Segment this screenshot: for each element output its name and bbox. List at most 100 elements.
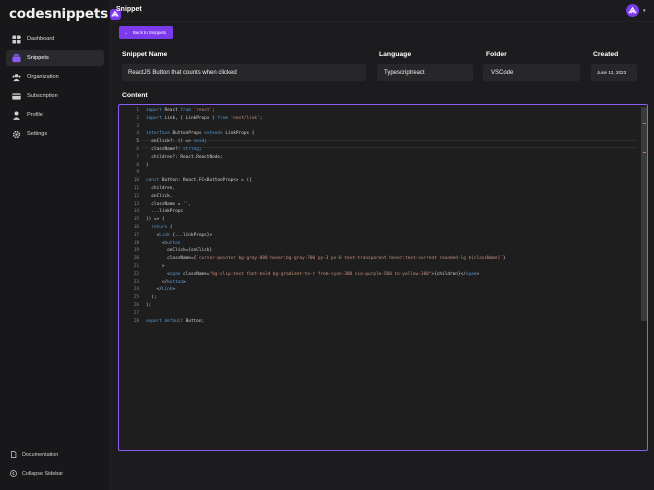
code-line[interactable]: onClick?: () => void; xyxy=(146,138,636,146)
code-line[interactable] xyxy=(146,123,636,131)
scrollbar-marker xyxy=(643,152,646,153)
code-line[interactable]: children, xyxy=(146,185,636,193)
line-number: 1 xyxy=(136,108,139,113)
sidebar-item-settings[interactable]: Settings xyxy=(6,126,104,142)
code-line[interactable]: export default Button; xyxy=(146,318,636,326)
line-number: 6 xyxy=(136,146,139,152)
dashboard-icon xyxy=(12,34,21,44)
code-line[interactable]: ...linkProps xyxy=(146,208,636,216)
line-number: 25 xyxy=(133,295,139,301)
code-line[interactable]: </Link> xyxy=(146,286,636,294)
line-number: 8 xyxy=(136,162,139,168)
code-line[interactable]: <Link {...linkProps}> xyxy=(146,232,636,240)
logo[interactable]: codesnippets xyxy=(9,6,121,22)
code-line[interactable]: className = '', xyxy=(146,201,636,209)
avatar[interactable] xyxy=(626,4,639,17)
line-number-gutter: 1 2 3 4 5 6 7 8 9 10 11 12 13 14 15 16 17 18 19 20 21 22 23 24 2… xyxy=(119,107,139,325)
code-line[interactable]: import React from 'react'; xyxy=(146,107,636,115)
line-number: 26 xyxy=(133,302,139,308)
line-number: 14 xyxy=(133,209,139,215)
folder-label: Folder xyxy=(486,51,507,58)
created-label: Created xyxy=(593,51,619,58)
gear-icon xyxy=(12,130,21,139)
line-number: 12 xyxy=(133,193,139,199)
profile-icon xyxy=(12,111,21,120)
language-label: Language xyxy=(379,51,412,58)
code-line[interactable]: const Button: React.FC<ButtonProps> = ({ xyxy=(146,177,636,185)
line-number: 3 xyxy=(136,123,139,129)
line-number: 19 xyxy=(133,248,139,254)
sidebar-item-snippets[interactable]: Snippets xyxy=(6,50,104,66)
code-line[interactable]: interface ButtonProps extends LinkProps … xyxy=(146,130,636,138)
folder-field[interactable]: VSCode xyxy=(483,64,580,81)
collapse-icon xyxy=(10,470,17,477)
arrow-left-icon: ← xyxy=(124,29,129,36)
organization-icon xyxy=(12,73,21,82)
documentation-label: Documentation xyxy=(22,451,59,458)
back-to-snippets-button[interactable]: ← Back to Snippets xyxy=(119,26,173,39)
line-number: 17 xyxy=(133,232,139,238)
line-number: 9 xyxy=(136,170,139,176)
sidebar-item-organization[interactable]: Organization xyxy=(6,69,104,85)
sidebar-item-label: Snippets xyxy=(27,55,49,61)
code-line[interactable]: }; xyxy=(146,302,636,310)
collapse-sidebar-label: Collapse Sidebar xyxy=(22,470,64,477)
code-editor[interactable]: 1 2 3 4 5 6 7 8 9 10 11 12 13 14 15 16 17 18 19 20 21 22 23 24 2… xyxy=(118,104,648,451)
document-icon xyxy=(10,451,17,458)
line-number: 21 xyxy=(133,263,139,269)
code-line[interactable]: return ( xyxy=(146,224,636,232)
sidebar-item-dashboard[interactable]: Dashboard xyxy=(6,31,104,47)
code-line[interactable]: children?: React.ReactNode; xyxy=(146,154,636,162)
code-line[interactable]: }) => { xyxy=(146,216,636,224)
code-line[interactable]: <button xyxy=(146,240,636,248)
snippet-name-label: Snippet Name xyxy=(122,51,168,58)
documentation-link[interactable]: Documentation xyxy=(10,451,58,458)
sidebar-item-label: Organization xyxy=(27,74,59,80)
language-field[interactable]: Typescriptreact xyxy=(377,64,473,81)
code-line[interactable]: className={`cursor-pointer bg-gray-800 h… xyxy=(146,255,636,263)
logo-text: codesnippets xyxy=(9,6,108,22)
line-number: 28 xyxy=(133,318,139,324)
line-number: 23 xyxy=(133,279,139,285)
top-header: Snippet ▾ xyxy=(111,0,654,22)
sidebar-item-label: Dashboard xyxy=(27,36,55,42)
line-number: 2 xyxy=(136,115,139,121)
line-number: 18 xyxy=(133,240,139,246)
code-line[interactable]: > xyxy=(146,263,636,271)
code-line[interactable]: className?: string; xyxy=(146,146,636,154)
code-line[interactable]: </button> xyxy=(146,279,636,287)
line-number: 13 xyxy=(133,201,139,207)
back-button-label: Back to Snippets xyxy=(133,30,166,35)
line-number: 5 xyxy=(136,139,139,145)
line-number: 27 xyxy=(133,310,139,316)
line-number: 15 xyxy=(133,217,139,223)
sidebar-item-label: Settings xyxy=(27,131,48,137)
line-number: 24 xyxy=(133,287,139,293)
code-line[interactable]: <span className="bg-clip-text font-bold … xyxy=(146,271,636,279)
code-line[interactable] xyxy=(146,169,636,177)
sidebar: codesnippets Dashboard Snippets Organiza… xyxy=(0,0,121,490)
code-line[interactable]: onClick, xyxy=(146,193,636,201)
code-line[interactable]: onClick={onClick} xyxy=(146,247,636,255)
code-line[interactable]: ); xyxy=(146,294,636,302)
snippet-name-field[interactable]: ReactJS Button that counts when clicked xyxy=(122,64,366,81)
sidebar-item-profile[interactable]: Profile xyxy=(6,107,104,123)
line-number: 7 xyxy=(136,154,139,160)
collapse-sidebar-button[interactable]: Collapse Sidebar xyxy=(10,470,63,477)
sidebar-item-subscription[interactable]: Subscription xyxy=(6,88,104,104)
chevron-down-icon[interactable]: ▾ xyxy=(643,8,646,14)
line-number: 20 xyxy=(133,256,139,262)
code-line[interactable]: } xyxy=(146,162,636,170)
vertical-scrollbar[interactable] xyxy=(641,107,647,321)
created-date-field: June 12, 2023 xyxy=(591,64,637,81)
snippets-icon xyxy=(12,53,21,63)
line-number: 11 xyxy=(133,185,139,191)
code-line[interactable] xyxy=(146,310,636,318)
code-content[interactable]: import React from 'react'; import Link, {… xyxy=(146,107,636,325)
sidebar-item-label: Profile xyxy=(27,112,43,118)
page-title: Snippet xyxy=(116,6,142,13)
subscription-icon xyxy=(12,92,21,101)
line-number: 10 xyxy=(133,178,139,184)
code-line[interactable]: import Link, { LinkProps } from 'next/li… xyxy=(146,115,636,123)
scrollbar-marker xyxy=(643,123,646,124)
